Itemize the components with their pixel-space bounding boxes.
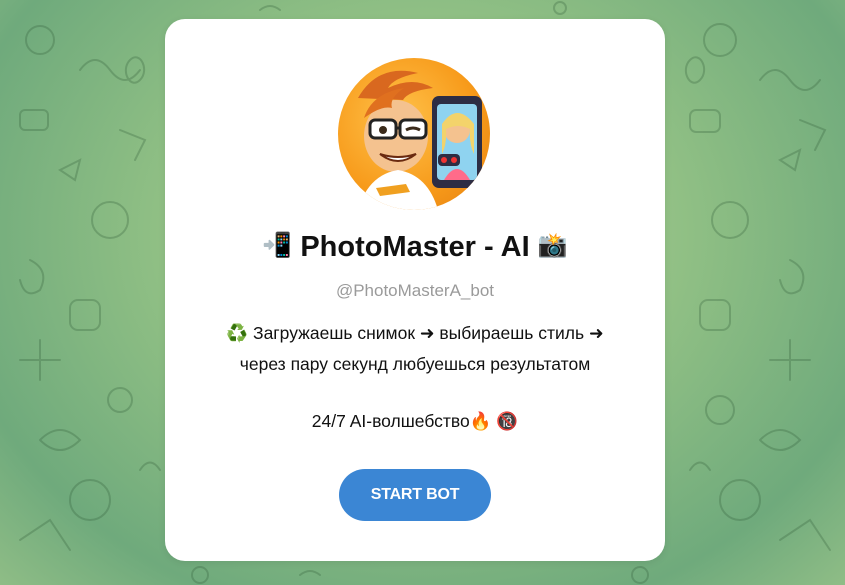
- mobile-phone-arrow-icon: 📲: [262, 231, 293, 259]
- description-text-1: Загружаешь снимок ➜ выбираешь стиль ➜: [253, 323, 604, 343]
- camera-flash-icon: 📸: [537, 231, 568, 259]
- bot-title: 📲 PhotoMaster - AI 📸: [165, 231, 665, 264]
- bot-username: @PhotoMasterA_bot: [335, 281, 495, 300]
- bot-name: PhotoMaster - AI: [300, 231, 530, 263]
- adults-only-icon: 🔞: [496, 412, 519, 432]
- cartoon-man-with-phone-avatar: [338, 58, 490, 210]
- description-line-2: через пару секунд любуешься результатом: [239, 354, 591, 374]
- tagline-text: 24/7 AI-волшебство: [311, 411, 470, 431]
- bot-description: ♻️ Загружаешь снимок ➜ выбираешь стиль ➜…: [175, 318, 655, 379]
- start-bot-button[interactable]: START BOT: [339, 469, 491, 521]
- bot-tagline: 24/7 AI-волшебство🔥 🔞: [165, 411, 665, 432]
- description-line-1: ♻️ Загружаешь снимок ➜ выбираешь стиль ➜: [175, 318, 655, 349]
- recycle-icon: ♻️: [226, 324, 249, 344]
- bot-info-card: 📲 PhotoMaster - AI 📸 @PhotoMasterA_bot ♻…: [165, 19, 665, 561]
- fire-icon: 🔥: [469, 412, 492, 432]
